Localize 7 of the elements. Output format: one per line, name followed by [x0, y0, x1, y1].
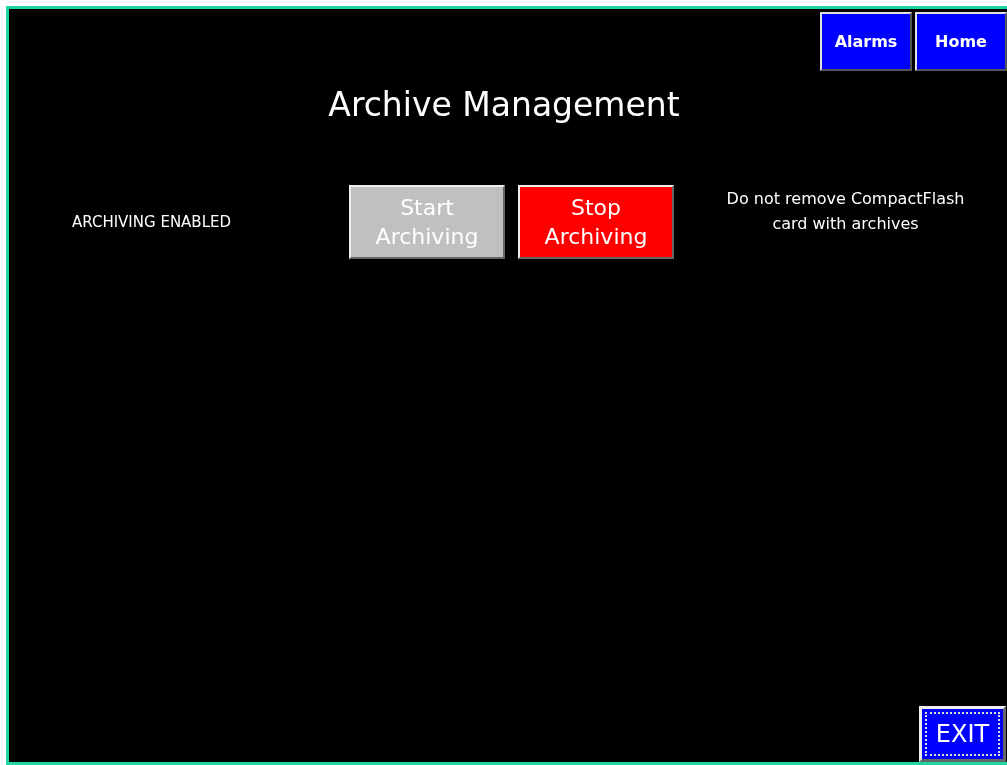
archive-button[interactable]: Stop Archiving	[518, 185, 674, 259]
warning-note: Do not remove CompactFlash card with archives	[725, 188, 966, 235]
nav-button[interactable]: Home	[915, 12, 1007, 71]
nav-button[interactable]: Alarms	[820, 12, 912, 71]
archiving-status: ARCHIVING ENABLED	[71, 213, 233, 231]
exit-button[interactable]: EXIT	[919, 706, 1006, 762]
screen-title: Archive Management	[327, 84, 681, 126]
